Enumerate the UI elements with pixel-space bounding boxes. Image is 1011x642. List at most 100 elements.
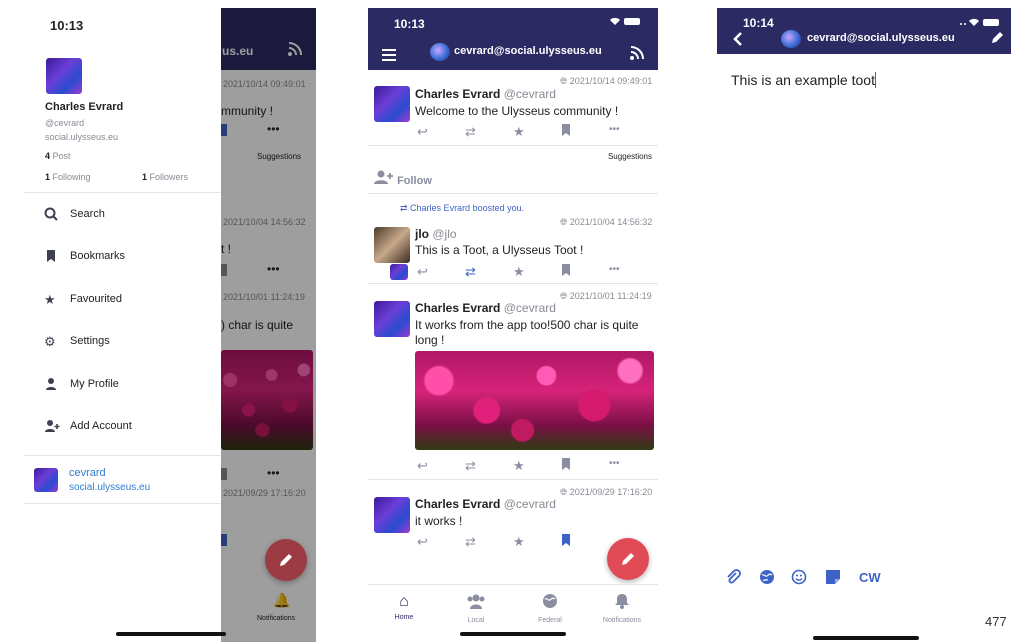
bookmark-icon[interactable] [561,264,571,279]
reply-icon[interactable]: ↩ [417,264,428,280]
status-time: 10:13 [50,18,84,33]
star-icon[interactable]: ★ [513,458,525,474]
compose-button[interactable] [607,538,649,580]
globe-icon: 🌐︎ [560,291,570,301]
toot-date: 🌐︎ 2021/10/01 11:24:19 [560,291,652,302]
account-instance: social.ulysseus.eu [69,482,151,493]
text-cursor [874,72,876,88]
boost-icon: ⇄ [400,203,411,213]
boost-icon[interactable]: ⇄ [465,264,476,280]
users-icon [446,593,506,614]
tab-notifications[interactable]: Notifications [592,593,652,624]
boost-notice: ⇄ Charles Evrard boosted you. [400,203,524,214]
toot-author-handle: @cevrard [503,87,556,101]
rss-icon[interactable] [630,46,644,65]
bookmark-icon[interactable] [561,458,571,473]
profile-instance: social.ulysseus.eu [45,132,119,142]
boost-icon[interactable]: ⇄ [465,534,476,550]
bell-icon [592,593,652,614]
back-icon[interactable] [733,32,743,51]
toot-avatar[interactable] [374,301,410,337]
star-icon[interactable]: ★ [513,124,525,140]
toot-avatar[interactable] [374,227,410,263]
toot-avatar[interactable] [374,497,410,533]
following-count-value: 1 [45,172,51,182]
toot-date: 🌐︎ 2021/10/04 14:56:32 [560,217,652,228]
divider [24,192,221,193]
toot-author: jlo @jlo [415,227,457,241]
visibility-globe-icon[interactable] [759,569,775,590]
toot-item[interactable]: 🌐︎ 2021/10/01 11:24:19 Charles Evrard @c… [368,284,658,480]
pencil-icon[interactable] [991,30,1005,49]
tab-local[interactable]: Local [446,593,506,624]
app-header: 10:14 cevrard@social.ulysseus.eu [717,8,1011,54]
post-count-value: 4 [45,151,51,161]
globe-icon: 🌐︎ [560,76,570,86]
menu-item-my-profile[interactable]: My Profile [24,365,221,405]
more-icon[interactable]: ••• [609,124,620,135]
account-switcher-item[interactable]: cevrard social.ulysseus.eu [24,460,221,500]
sticky-note-icon[interactable] [825,569,841,590]
reply-icon[interactable]: ↩ [417,458,428,474]
more-icon[interactable]: ••• [609,458,620,469]
compose-text: This is an example toot [731,72,875,88]
followers-count[interactable]: 1 Followers [142,172,188,182]
toot-author: Charles Evrard @cevrard [415,87,556,101]
boost-icon[interactable]: ⇄ [465,124,476,140]
compose-toolbar: CW [725,568,925,588]
emoji-icon[interactable] [791,569,807,590]
bookmark-icon [44,249,58,263]
status-time: 10:13 [394,17,425,31]
tab-home[interactable]: ⌂ Home [374,593,434,621]
side-drawer: 10:13 Charles Evrard @cevrard social.uly… [24,8,221,642]
compose-textarea[interactable]: This is an example toot [731,72,1001,552]
menu-item-add-account[interactable]: Add Account [24,407,221,447]
menu-label: Search [70,208,105,220]
divider [24,455,221,456]
menu-item-favourited[interactable]: ★ Favourited [24,280,221,320]
follow-button[interactable]: Follow [374,170,432,187]
toot-date: 🌐︎ 2021/10/14 09:49:01 [560,76,652,87]
star-icon[interactable]: ★ [513,264,525,280]
menu-item-search[interactable]: Search [24,195,221,235]
signal-icons [608,16,642,28]
following-count[interactable]: 1 Following [45,172,91,182]
menu-label: Favourited [70,293,122,305]
toot-author-name: Charles Evrard [415,87,501,101]
header-title: cevrard@social.ulysseus.eu [807,32,955,44]
toot-image[interactable] [415,351,654,450]
toot-item[interactable]: ⇄ Charles Evrard boosted you. 🌐︎ 2021/10… [368,194,658,284]
post-count-label: Post [52,151,71,161]
bookmark-icon[interactable] [561,124,571,139]
divider [24,503,221,504]
suggestions-section: Suggestions Follow [368,146,658,194]
tab-federal[interactable]: Federal [520,593,580,624]
tab-label: Local [467,617,485,624]
star-icon[interactable]: ★ [513,534,525,550]
toot-avatar[interactable] [374,86,410,122]
bookmark-icon[interactable] [561,534,571,549]
more-icon[interactable]: ••• [609,264,620,275]
suggestions-label: Suggestions [607,152,652,161]
attachment-icon[interactable] [725,569,741,590]
compose-button[interactable] [265,539,307,581]
menu-icon[interactable] [382,48,396,66]
menu-item-settings[interactable]: ⚙ Settings [24,322,221,362]
menu-label: Settings [70,335,110,347]
content-warning-button[interactable]: CW [859,570,881,585]
reply-icon[interactable]: ↩ [417,124,428,140]
toot-actions: ↩ ⇄ ★ ••• [415,458,655,474]
account-avatar [34,468,58,492]
reply-icon[interactable]: ↩ [417,534,428,550]
profile-avatar[interactable] [46,58,82,94]
toot-author: Charles Evrard @cevrard [415,301,556,315]
profile-name: Charles Evrard [45,101,124,113]
boost-icon[interactable]: ⇄ [465,458,476,474]
menu-item-bookmarks[interactable]: Bookmarks [24,237,221,277]
home-indicator [116,632,226,636]
screen-home-timeline: 10:13 cevrard@social.ulysseus.eu 🌐︎ 2021… [368,8,658,642]
character-counter: 477 [985,614,1007,629]
toot-item[interactable]: 🌐︎ 2021/10/14 09:49:01 Charles Evrard @c… [368,70,658,146]
toot-content: It works from the app too!500 char is qu… [415,318,639,347]
screen-compose: 10:14 cevrard@social.ulysseus.eu This is… [717,8,1011,642]
